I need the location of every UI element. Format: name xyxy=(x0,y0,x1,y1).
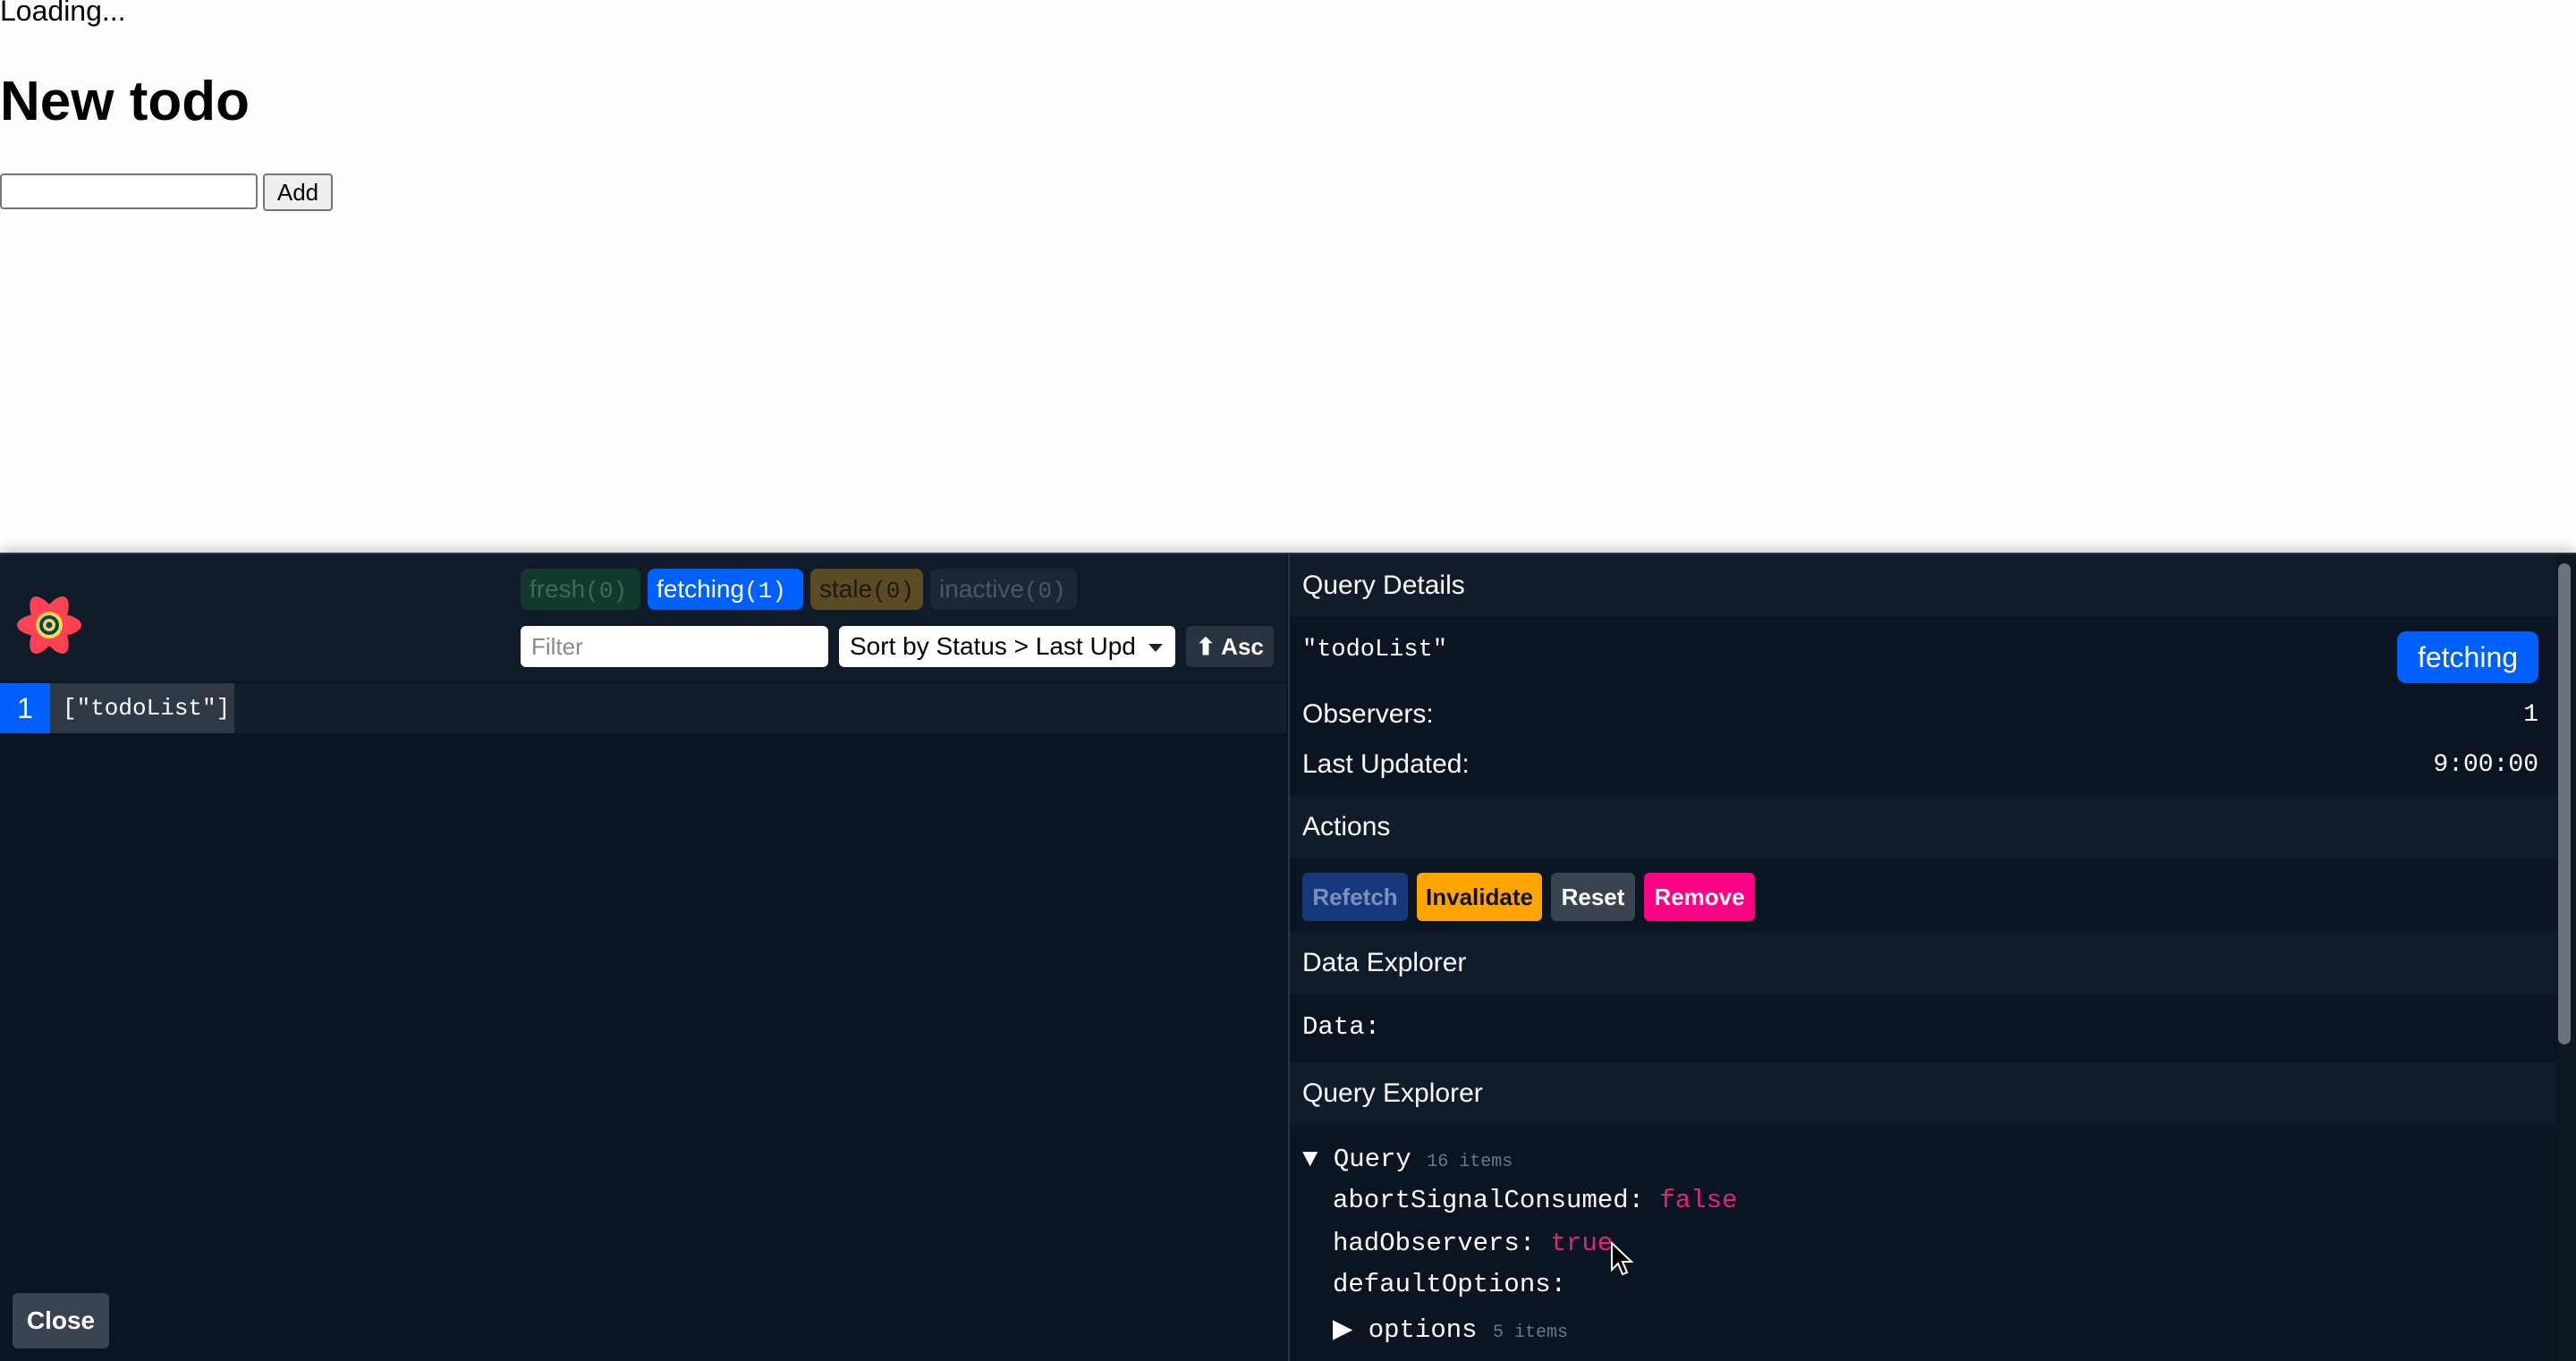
query-tree-root[interactable]: ▼ Query 16 items xyxy=(1302,1145,1513,1174)
chevron-down-icon xyxy=(1148,644,1163,652)
options-label: options xyxy=(1368,1315,1478,1345)
sort-select[interactable]: Sort by Status > Last Upd xyxy=(839,626,1175,667)
last-updated-value: 9:00:00 xyxy=(2433,751,2538,779)
remove-button[interactable]: Remove xyxy=(1644,873,1755,921)
tree-root-label: Query xyxy=(1333,1145,1411,1174)
pill-count: (0) xyxy=(585,578,628,604)
new-todo-input[interactable] xyxy=(0,173,258,209)
pill-label: stale xyxy=(819,575,873,603)
tree-entry: defaultOptions: xyxy=(1333,1270,1566,1299)
pill-label: fresh xyxy=(530,575,586,603)
pill-label: fetching xyxy=(657,575,745,603)
query-explorer-header: Query Explorer xyxy=(1290,1062,2556,1125)
query-list-pane: fresh(0) fetching(1) stale(0) inactive(0… xyxy=(0,554,1286,1361)
entry-value: false xyxy=(1659,1186,1738,1215)
last-updated-label: Last Updated: xyxy=(1302,749,1470,779)
tree-root-count: 16 items xyxy=(1427,1152,1513,1172)
sort-direction-button[interactable]: ⬆ Asc xyxy=(1186,626,1274,667)
detail-query-key: "todoList" xyxy=(1302,637,1448,664)
observers-value: 1 xyxy=(2523,701,2538,729)
react-query-logo-icon[interactable] xyxy=(13,588,86,662)
tree-entry: hadObservers: true xyxy=(1333,1229,1613,1258)
filter-pill-inactive[interactable]: inactive(0) xyxy=(930,569,1077,610)
observer-count: 1 xyxy=(0,683,50,733)
filter-pill-fetching[interactable]: fetching(1) xyxy=(648,569,803,610)
mouse-pointer-icon xyxy=(1611,1241,1634,1276)
filter-pill-stale[interactable]: stale(0) xyxy=(810,569,923,610)
invalidate-button[interactable]: Invalidate xyxy=(1417,873,1542,921)
pill-count: (0) xyxy=(1023,578,1066,604)
page-title: New todo xyxy=(0,71,250,132)
details-scrollbar-thumb[interactable] xyxy=(2558,563,2571,1044)
actions-header: Actions xyxy=(1290,796,2556,858)
devtools-toolbar: fresh(0) fetching(1) stale(0) inactive(0… xyxy=(0,554,1286,681)
close-button[interactable]: Close xyxy=(13,1293,109,1348)
query-details-pane: Query Details "todoList" fetching Observ… xyxy=(1288,554,2556,1361)
collapsed-triangle-icon: ▶ xyxy=(1333,1315,1353,1345)
entry-key: abortSignalConsumed: xyxy=(1333,1186,1645,1215)
data-explorer-header: Data Explorer xyxy=(1290,932,2556,994)
filter-input[interactable] xyxy=(521,626,828,667)
options-count: 5 items xyxy=(1492,1323,1568,1343)
expanded-triangle-icon: ▼ xyxy=(1302,1145,1318,1174)
pill-count: (0) xyxy=(872,578,914,604)
observers-label: Observers: xyxy=(1302,699,1434,729)
pill-label: inactive xyxy=(939,575,1024,603)
filter-pill-fresh[interactable]: fresh(0) xyxy=(521,569,640,610)
query-devtools-panel: fresh(0) fetching(1) stale(0) inactive(0… xyxy=(0,553,2576,1361)
tree-entry: abortSignalConsumed: false xyxy=(1333,1186,1737,1215)
entry-value: true xyxy=(1550,1229,1614,1258)
query-details-header: Query Details xyxy=(1290,554,2556,617)
pill-count: (1) xyxy=(744,578,786,604)
data-label: Data: xyxy=(1302,1012,1381,1042)
sort-value: Sort by Status > Last Upd xyxy=(850,632,1136,660)
tree-options-node[interactable]: ▶ options 5 items xyxy=(1333,1313,1568,1345)
reset-button[interactable]: Reset xyxy=(1551,873,1635,921)
refetch-button[interactable]: Refetch xyxy=(1302,873,1408,921)
status-badge: fetching xyxy=(2397,631,2538,683)
query-key: ["todoList"] xyxy=(50,683,234,733)
add-button[interactable]: Add xyxy=(263,173,333,211)
loading-text: Loading... xyxy=(0,0,126,27)
entry-key: hadObservers: xyxy=(1333,1229,1536,1258)
entry-key: defaultOptions: xyxy=(1333,1270,1567,1299)
query-row[interactable]: 1 ["todoList"] xyxy=(0,683,1286,733)
